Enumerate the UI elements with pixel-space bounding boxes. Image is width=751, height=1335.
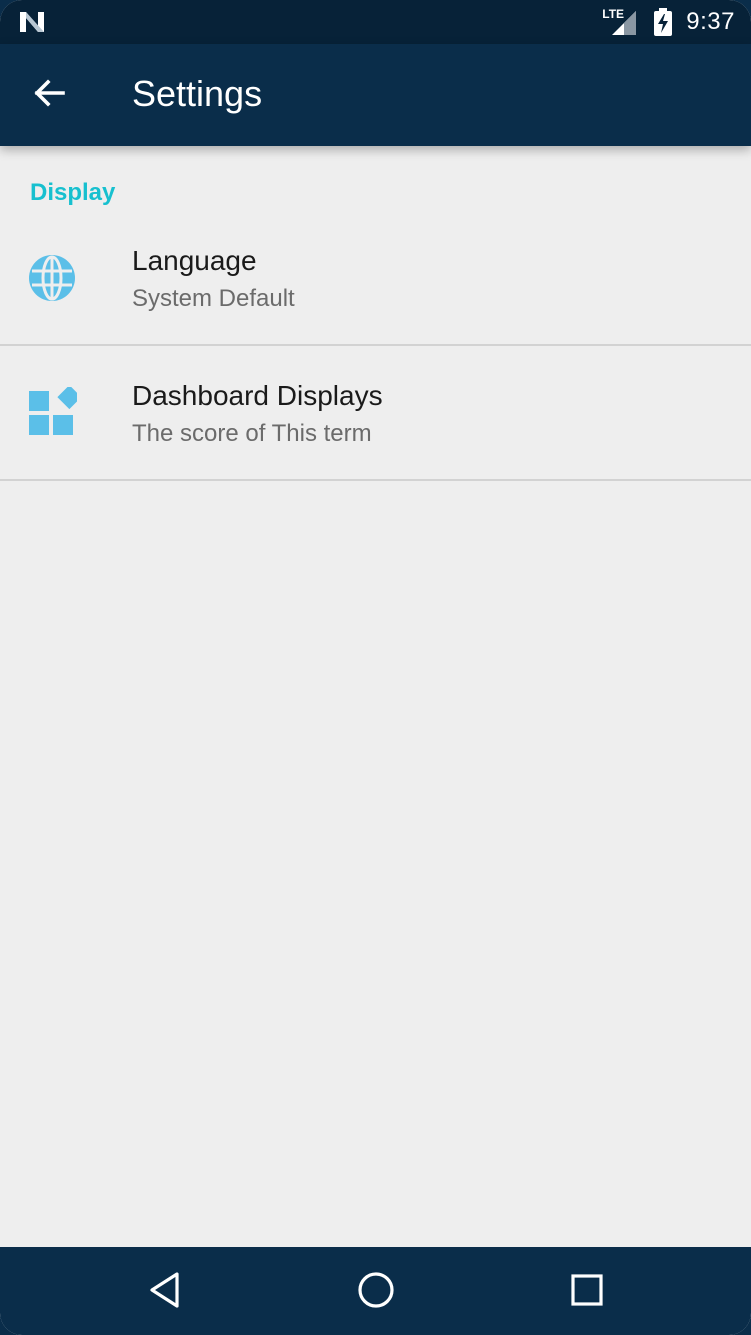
section-header-display: Display: [30, 179, 116, 206]
network-type-label: LTE: [602, 7, 625, 21]
preference-summary: The score of This term: [132, 420, 372, 447]
settings-list: Display Language System Default Dashboar…: [0, 146, 751, 1247]
phone-screen: LTE 9:37 Settings Display Language Syste…: [0, 0, 751, 1335]
preference-title: Language: [132, 245, 257, 276]
n-logo-icon: [18, 9, 48, 35]
preference-language[interactable]: Language System Default: [0, 213, 751, 346]
divider: [0, 344, 751, 346]
back-button[interactable]: [26, 74, 72, 116]
globe-icon: [27, 253, 77, 303]
dashboard-widgets-icon: [27, 385, 82, 437]
signal-icon: LTE: [602, 7, 640, 37]
arrow-back-icon: [33, 78, 65, 112]
circle-home-icon: [357, 1271, 395, 1314]
status-time: 9:37: [686, 8, 735, 35]
battery-charging-icon: [654, 8, 673, 36]
page-title: Settings: [132, 73, 263, 114]
preference-summary: System Default: [132, 285, 295, 312]
preference-dashboard-displays[interactable]: Dashboard Displays The score of This ter…: [0, 347, 751, 480]
app-bar: Settings: [0, 44, 751, 146]
navigation-bar: [0, 1247, 751, 1335]
nav-home-button[interactable]: [351, 1267, 401, 1317]
preference-title: Dashboard Displays: [132, 380, 383, 411]
status-icons: LTE 9:37: [602, 0, 735, 44]
square-recents-icon: [570, 1273, 604, 1312]
status-bar: LTE 9:37: [0, 0, 751, 44]
nav-recents-button[interactable]: [562, 1267, 612, 1317]
nav-back-button[interactable]: [140, 1267, 190, 1317]
triangle-back-icon: [148, 1271, 182, 1314]
divider: [0, 479, 751, 481]
